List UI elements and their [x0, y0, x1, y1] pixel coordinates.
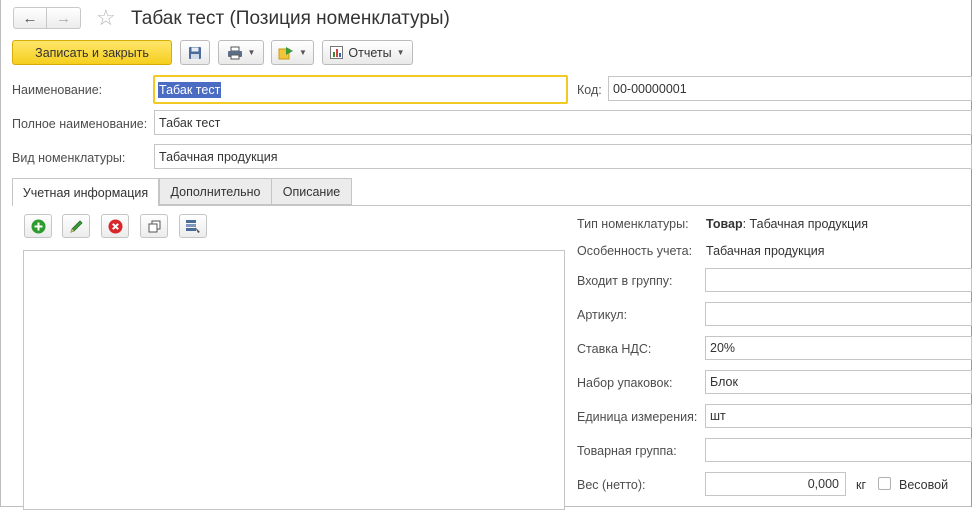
favorite-star-icon[interactable]: ☆ — [96, 6, 116, 30]
type-value-bold: Товар — [706, 217, 743, 231]
full-name-field[interactable]: Табак тест — [154, 110, 972, 135]
items-list[interactable] — [23, 250, 565, 510]
accounting-label: Особенность учета: — [577, 244, 693, 258]
weighted-label: Весовой — [899, 478, 949, 492]
name-label: Наименование: — [12, 83, 103, 97]
tab-label: Дополнительно — [170, 184, 261, 199]
report-chart-icon — [330, 46, 344, 59]
weighted-checkbox[interactable] — [878, 477, 891, 490]
type-label: Тип номенклатуры: — [577, 217, 689, 231]
table-settings-icon — [186, 219, 200, 233]
article-label: Артикул: — [577, 308, 628, 322]
edit-button[interactable] — [62, 214, 90, 238]
unit-field[interactable]: шт — [705, 404, 972, 428]
full-name-value: Табак тест — [159, 115, 221, 130]
chevron-down-icon: ▼ — [299, 48, 307, 57]
code-label: Код: — [577, 83, 602, 97]
type-value-rest: : Табачная продукция — [742, 217, 869, 231]
weight-label: Вес (нетто): — [577, 478, 646, 492]
kind-label: Вид номенклатуры: — [12, 151, 126, 165]
arrow-right-icon: → — [56, 9, 71, 27]
product-group-field[interactable] — [705, 438, 972, 462]
accounting-value: Табачная продукция — [706, 244, 825, 258]
reports-menu-button[interactable]: Отчеты ▼ — [322, 40, 413, 65]
save-and-close-label: Записать и закрыть — [35, 45, 149, 60]
copy-icon — [148, 220, 160, 232]
list-settings-button[interactable] — [179, 214, 207, 238]
article-field[interactable] — [705, 302, 972, 326]
tab-description[interactable]: Описание — [271, 178, 352, 205]
name-field[interactable]: Табак тест — [153, 75, 568, 104]
tab-label: Учетная информация — [22, 185, 149, 200]
packages-value: Блок — [710, 375, 738, 389]
pencil-icon — [69, 219, 83, 233]
full-name-label: Полное наименование: — [12, 117, 148, 131]
weight-value: 0,000 — [807, 477, 839, 491]
page-title: Табак тест (Позиция номенклатуры) — [131, 8, 450, 29]
name-value: Табак тест — [158, 81, 222, 98]
plus-circle-icon — [31, 219, 45, 233]
vat-label: Ставка НДС: — [577, 342, 652, 356]
create-based-on-icon — [278, 46, 294, 59]
packages-label: Набор упаковок: — [577, 376, 673, 390]
kind-value: Табачная продукция — [159, 149, 278, 164]
save-button[interactable] — [180, 40, 210, 65]
back-button[interactable]: ← — [13, 7, 47, 29]
copy-button[interactable] — [140, 214, 168, 238]
tab-accounting-info[interactable]: Учетная информация — [12, 178, 159, 206]
unit-value: шт — [710, 409, 726, 423]
vat-value: 20% — [710, 341, 736, 355]
packages-field[interactable]: Блок — [705, 370, 972, 394]
save-and-close-button[interactable]: Записать и закрыть — [12, 40, 172, 65]
weight-field[interactable]: 0,000 — [705, 472, 846, 496]
unit-label: Единица измерения: — [577, 410, 698, 424]
type-value: Товар: Табачная продукция — [706, 216, 868, 232]
print-menu-button[interactable]: ▼ — [218, 40, 264, 65]
chevron-down-icon: ▼ — [396, 48, 405, 57]
delete-button[interactable] — [101, 214, 129, 238]
chevron-down-icon: ▼ — [247, 48, 256, 57]
forward-button[interactable]: → — [47, 7, 81, 29]
kind-field[interactable]: Табачная продукция — [154, 144, 972, 169]
code-field[interactable]: 00-00000001 — [608, 76, 972, 101]
printer-icon — [227, 46, 242, 59]
create-based-on-button[interactable]: ▼ — [271, 40, 314, 65]
tab-additional[interactable]: Дополнительно — [159, 178, 272, 205]
vat-field[interactable]: 20% — [705, 336, 972, 360]
arrow-left-icon: ← — [22, 9, 38, 27]
floppy-disk-icon — [189, 46, 201, 59]
weight-unit: кг — [856, 478, 867, 492]
reports-label: Отчеты — [348, 45, 392, 60]
tab-label: Описание — [282, 184, 341, 199]
add-button[interactable] — [24, 214, 52, 238]
product-group-label: Товарная группа: — [577, 444, 677, 458]
code-value: 00-00000001 — [613, 81, 687, 96]
group-field[interactable] — [705, 268, 972, 292]
group-label: Входит в группу: — [577, 274, 673, 288]
delete-x-circle-icon — [108, 219, 122, 233]
